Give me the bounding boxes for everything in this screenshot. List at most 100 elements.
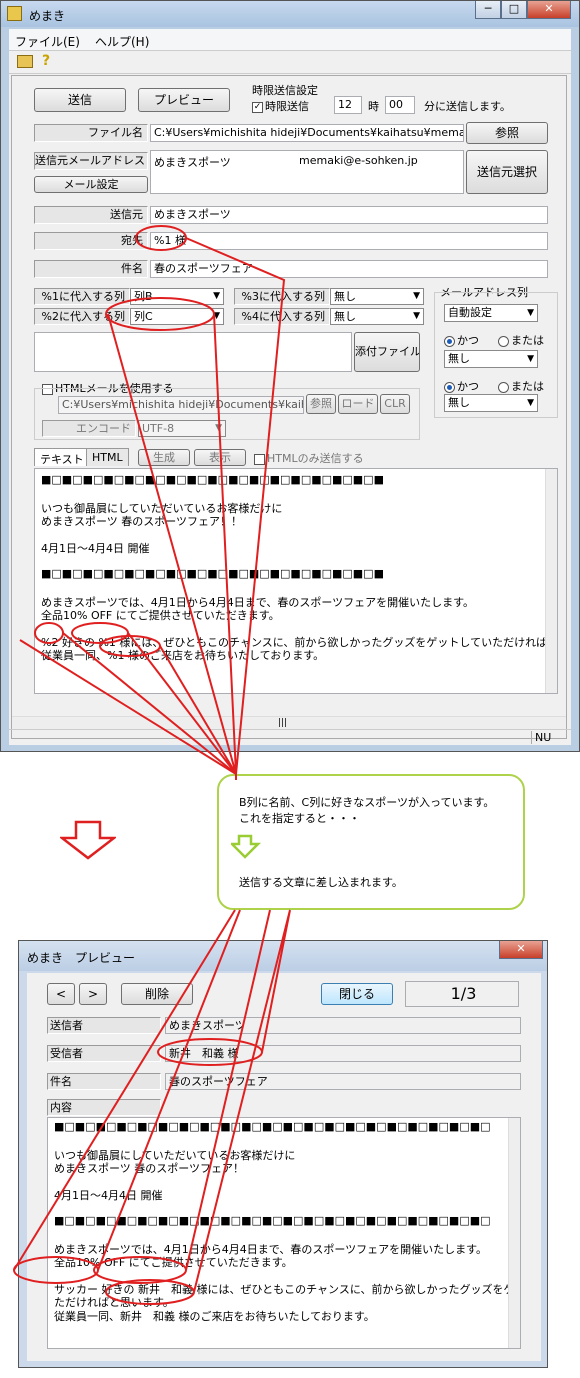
- vertical-scrollbar[interactable]: [545, 469, 557, 693]
- chevron-down-icon: ▼: [213, 291, 220, 301]
- to-label: 宛先: [34, 232, 148, 250]
- open-folder-icon[interactable]: [17, 55, 33, 68]
- menu-file[interactable]: ファイル(E): [15, 33, 80, 50]
- menu-help[interactable]: ヘルプ(H): [95, 33, 149, 50]
- tab-html[interactable]: HTML: [86, 448, 129, 466]
- or-label: または: [511, 334, 544, 347]
- html-only-label: HTMLのみ送信する: [267, 452, 364, 465]
- chevron-down-icon: ▼: [527, 398, 534, 408]
- sender-address-box[interactable]: めまきスポーツ memaki@e-sohken.jp: [150, 150, 464, 194]
- form-panel: 送信 プレビュー 時限送信設定 ✓ 時限送信 12 時 00 分に送信します。 フ…: [11, 75, 567, 739]
- timed-group-label: 時限送信設定: [252, 84, 318, 97]
- body-line: 4月1日〜4月4日 開催: [41, 542, 150, 555]
- mail-col-value: 自動設定: [448, 306, 492, 319]
- or-radio-2[interactable]: または: [498, 378, 544, 394]
- and-label: かつ: [457, 380, 479, 393]
- chevron-down-icon: ▼: [215, 423, 222, 433]
- file-label: ファイル名: [34, 124, 148, 142]
- send-button[interactable]: 送信: [34, 88, 126, 112]
- minute-input[interactable]: 00: [385, 96, 415, 114]
- subject-label: 件名: [34, 260, 148, 278]
- hour-unit: 時: [368, 100, 379, 113]
- help-icon[interactable]: ?: [42, 53, 50, 69]
- chevron-down-icon: ▼: [413, 311, 420, 321]
- html-clr-button[interactable]: CLR: [380, 394, 410, 414]
- display-button[interactable]: 表示: [194, 449, 246, 466]
- col1-select[interactable]: 列B ▼: [130, 288, 224, 305]
- chevron-down-icon: ▼: [413, 291, 420, 301]
- html-only-checkbox[interactable]: HTMLのみ送信する: [254, 450, 364, 466]
- and-radio-1[interactable]: かつ: [444, 332, 479, 348]
- sender-label: 送信者: [47, 1017, 161, 1034]
- delete-button[interactable]: 削除: [121, 983, 193, 1005]
- and-radio-2[interactable]: かつ: [444, 378, 479, 394]
- callout-arrow-icon: [231, 834, 261, 859]
- preview-client: < > 削除 閉じる 1/3 送信者 めまきスポーツ 受信者 新井 和義 様 件…: [27, 973, 541, 1361]
- close-preview-button[interactable]: 閉じる: [321, 983, 393, 1005]
- preview-body-line: 4月1日〜4月4日 開催: [54, 1189, 163, 1202]
- preview-title: めまき プレビュー: [27, 951, 136, 965]
- sender-value: めまきスポーツ: [165, 1017, 521, 1034]
- main-client: ファイル(E) ヘルプ(H) ? 送信 プレビュー 時限送信設定 ✓ 時限送信 1…: [9, 29, 571, 745]
- preview-titlebar[interactable]: めまき プレビュー ✕: [19, 941, 547, 971]
- main-window: めまき ─ □ ✕ ファイル(E) ヘルプ(H) ? 送信 プレビュー 時限送信…: [0, 0, 580, 752]
- page-count: 1/3: [405, 981, 519, 1007]
- next-button[interactable]: >: [79, 983, 107, 1005]
- generate-button[interactable]: 生成: [138, 449, 190, 466]
- and-label: かつ: [457, 334, 479, 347]
- content-label: 内容: [47, 1099, 161, 1116]
- col4-label: %4に代入する列: [234, 308, 330, 325]
- callout-line2: これを指定すると・・・: [239, 812, 360, 825]
- status-bar: NU: [9, 729, 571, 745]
- col4-select[interactable]: 無し ▼: [330, 308, 424, 325]
- prev-button[interactable]: <: [47, 983, 75, 1005]
- preview-close-x-button[interactable]: ✕: [499, 941, 543, 959]
- attachment-list[interactable]: [34, 332, 352, 372]
- app-icon: [7, 6, 22, 21]
- preview-scrollbar[interactable]: [508, 1118, 520, 1348]
- tab-text[interactable]: テキスト: [34, 448, 90, 466]
- html-path-input[interactable]: C:¥Users¥michishita hideji¥Documents¥kai…: [58, 396, 304, 414]
- or-label: または: [511, 380, 544, 393]
- mail-col-select[interactable]: 自動設定 ▼: [444, 304, 538, 322]
- minimize-button[interactable]: ─: [475, 1, 501, 19]
- encode-value: UTF-8: [142, 422, 175, 435]
- browse-button[interactable]: 参照: [466, 122, 548, 144]
- html-load-button[interactable]: ロード: [338, 394, 378, 414]
- from-label: 送信元: [34, 206, 148, 224]
- checkbox-icon: [254, 453, 265, 465]
- preview-button[interactable]: プレビュー: [138, 88, 230, 112]
- body-editor[interactable]: ■□■□■□■□■□■□■□■□■□■□■□■□■□■□■□■□■ いつも御晶屓に…: [34, 468, 558, 694]
- col3-label: %3に代入する列: [234, 288, 330, 305]
- sender-address-name: めまきスポーツ: [154, 156, 231, 169]
- to-input[interactable]: %1 様: [150, 232, 548, 250]
- from-input[interactable]: めまきスポーツ: [150, 206, 548, 224]
- main-title: めまき: [29, 9, 66, 23]
- attach-button[interactable]: 添付ファイル: [354, 332, 420, 372]
- horizontal-scrollbar[interactable]: |||: [12, 716, 566, 730]
- maximize-button[interactable]: □: [501, 1, 527, 19]
- col1-value: 列B: [134, 290, 153, 303]
- or-radio-1[interactable]: または: [498, 332, 544, 348]
- callout-bubble: B列に名前、C列に好きなスポーツが入っています。 これを指定すると・・・ 送信す…: [217, 774, 525, 910]
- col3-select[interactable]: 無し ▼: [330, 288, 424, 305]
- body-line: 全品10% OFF にてご提供させていただきます。: [41, 609, 280, 622]
- select-sender-button[interactable]: 送信元選択: [466, 150, 548, 194]
- file-path-input[interactable]: C:¥Users¥michishita hideji¥Documents¥kai…: [150, 124, 464, 142]
- body-line: めまきスポーツ 春のスポーツフェア！！: [41, 515, 243, 529]
- encode-select[interactable]: UTF-8 ▼: [138, 420, 226, 437]
- main-titlebar[interactable]: めまき ─ □ ✕: [1, 1, 579, 27]
- col2-select[interactable]: 列C ▼: [130, 308, 224, 325]
- html-browse-button[interactable]: 参照: [306, 394, 336, 414]
- cond1-select[interactable]: 無し ▼: [444, 350, 538, 368]
- minute-suffix: 分に送信します。: [424, 100, 511, 113]
- cond2-select[interactable]: 無し ▼: [444, 394, 538, 412]
- mail-settings-button[interactable]: メール設定: [34, 176, 148, 193]
- subject-input[interactable]: 春のスポーツフェア: [150, 260, 548, 278]
- subject-label: 件名: [47, 1073, 161, 1090]
- hour-input[interactable]: 12: [334, 96, 362, 114]
- preview-body-line: ■□■□■□■□■□■□■□■□■□■□■□■□■□■□■□■□■□■□■□■□…: [54, 1213, 491, 1227]
- close-button[interactable]: ✕: [527, 1, 571, 19]
- timed-checkbox[interactable]: ✓ 時限送信: [252, 98, 309, 114]
- preview-body-line: 全品10% OFF にてご提供させていただきます。: [54, 1256, 293, 1269]
